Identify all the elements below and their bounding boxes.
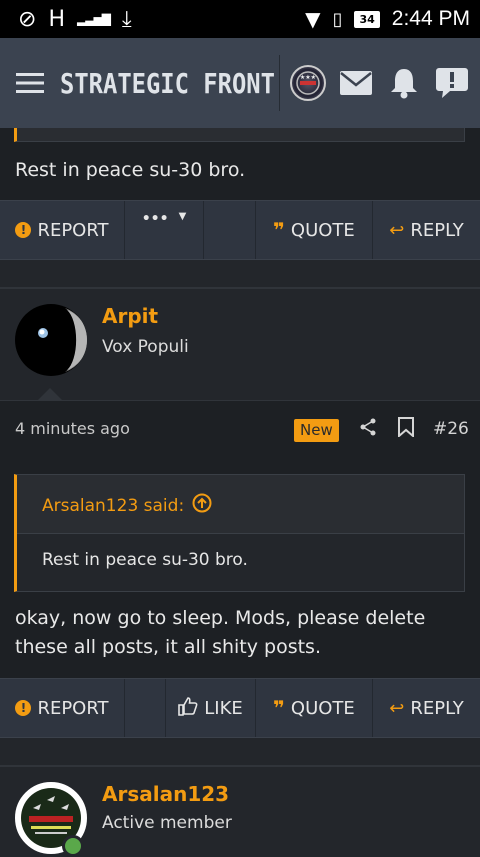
post-actions: ! REPORT LIKE ❞ QUOTE ↩ REPLY — [0, 678, 480, 738]
quote-label: QUOTE — [290, 697, 355, 719]
clock: 2:44 PM — [391, 7, 470, 30]
signal-icon: ▂▃▅▇ — [76, 12, 111, 26]
quote-header[interactable]: Arsalan123 said: — [42, 493, 212, 518]
caret-down-icon: ▼ — [178, 211, 187, 222]
post-text: Rest in peace su-30 bro. — [15, 159, 246, 181]
dnd-icon: ⊘ — [18, 6, 37, 32]
quote-label: QUOTE — [290, 219, 355, 241]
post-text-line-2: these all posts, it all shity posts. — [15, 636, 321, 658]
post-timestamp[interactable]: 4 minutes ago — [15, 419, 130, 438]
user-title: Active member — [102, 813, 232, 833]
quote-button[interactable]: ❞ QUOTE — [256, 201, 373, 259]
battery-icon: 34 — [354, 10, 380, 28]
empty-action-slot — [125, 679, 166, 737]
post-author-block: Arsalan123 Active member — [0, 766, 480, 857]
reply-icon: ↩ — [389, 697, 405, 719]
more-menu-button[interactable]: ••• ▼ — [125, 201, 204, 259]
download-icon: ⤓ — [121, 6, 132, 32]
svg-text:★★★: ★★★ — [300, 74, 316, 81]
more-label: ••• — [141, 211, 169, 227]
wifi-icon: ▼ — [305, 7, 321, 31]
reply-label: REPLY — [410, 697, 464, 719]
avatar[interactable] — [15, 304, 87, 376]
post-actions: ! REPORT ••• ▼ ❞ QUOTE ↩ REPLY — [0, 200, 480, 260]
arrow-up-circle-icon — [192, 493, 212, 518]
report-button[interactable]: ! REPORT — [0, 201, 125, 259]
like-label: LIKE — [204, 697, 243, 719]
bookmark-icon[interactable] — [397, 417, 415, 441]
empty-action-slot — [204, 201, 256, 259]
quote-icon: ❞ — [273, 218, 285, 242]
thumbs-up-icon — [178, 696, 198, 721]
like-button[interactable]: LIKE — [166, 679, 256, 737]
post-separator — [0, 738, 480, 766]
post-author-block: Arpit Vox Populi — [0, 288, 480, 400]
report-icon: ! — [15, 222, 32, 238]
reply-button[interactable]: ↩ REPLY — [373, 679, 480, 737]
username[interactable]: Arpit — [102, 304, 158, 328]
vibrate-icon: ▯ — [332, 8, 343, 30]
reply-label: REPLY — [410, 219, 464, 241]
quote-content: Rest in peace su-30 bro. — [17, 533, 464, 591]
reply-button[interactable]: ↩ REPLY — [373, 201, 480, 259]
quote-author: Arsalan123 said: — [42, 495, 185, 516]
network-type: H — [48, 6, 65, 32]
post-separator — [0, 260, 480, 288]
bell-icon[interactable] — [380, 38, 428, 128]
report-label: REPORT — [37, 219, 109, 241]
reply-icon: ↩ — [389, 219, 405, 241]
user-title: Vox Populi — [102, 337, 189, 357]
mail-icon[interactable] — [332, 38, 380, 128]
quote-button[interactable]: ❞ QUOTE — [256, 679, 373, 737]
quote-box: Arsalan123 said: Rest in peace su-30 bro… — [14, 474, 465, 592]
account-avatar[interactable]: ★★★ — [284, 38, 332, 128]
quote-text: Rest in peace su-30 bro. — [42, 550, 248, 570]
report-icon: ! — [15, 700, 32, 716]
post-text-line-1: okay, now go to sleep. Mods, please dele… — [15, 607, 426, 629]
share-icon[interactable] — [358, 417, 378, 441]
username[interactable]: Arsalan123 — [102, 782, 229, 806]
header-divider — [279, 55, 280, 111]
status-badge: New — [294, 419, 339, 442]
menu-icon[interactable] — [0, 38, 60, 128]
report-label: REPORT — [37, 697, 109, 719]
quote-icon: ❞ — [273, 696, 285, 720]
alert-icon[interactable] — [428, 38, 476, 128]
site-title[interactable]: STRATEGIC FRONT — [60, 67, 275, 100]
status-bar: ⊘ H ▂▃▅▇ ⤓ ▼ ▯ 34 2:44 PM — [0, 0, 480, 38]
post-meta: 4 minutes ago New #26 — [0, 400, 480, 460]
post-number[interactable]: #26 — [433, 419, 469, 439]
report-button[interactable]: ! REPORT — [0, 679, 125, 737]
app-header: STRATEGIC FRONT ★★★ — [0, 38, 480, 128]
quote-box — [14, 128, 465, 142]
